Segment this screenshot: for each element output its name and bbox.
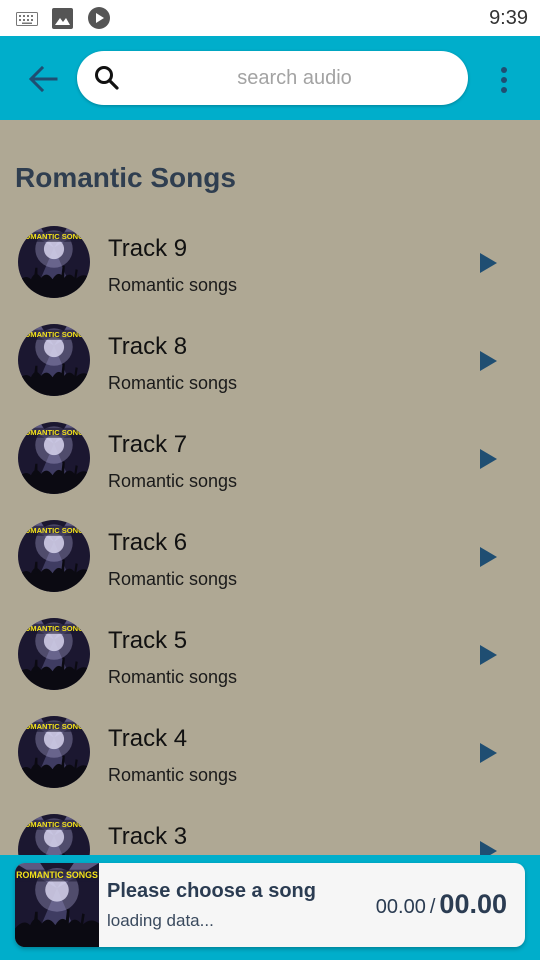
track-title: Track 5 bbox=[108, 627, 188, 654]
section-title: Romantic Songs bbox=[15, 162, 236, 193]
play-icon[interactable] bbox=[478, 545, 500, 569]
player-status: loading data... bbox=[107, 911, 214, 930]
cover-label: ROMANTIC SONGS bbox=[19, 330, 89, 339]
cover-label: ROMANTIC SONGS bbox=[19, 428, 89, 437]
duration: 00.00 bbox=[439, 889, 507, 919]
play-icon[interactable] bbox=[478, 251, 500, 275]
track-list: ROMANTIC SONGS Track 9 Romantic songs RO… bbox=[0, 213, 540, 899]
track-title: Track 7 bbox=[108, 431, 188, 458]
play-icon[interactable] bbox=[478, 447, 500, 471]
cover-label: ROMANTIC SONGS bbox=[19, 624, 89, 633]
track-item[interactable]: ROMANTIC SONGS Track 6 Romantic songs bbox=[0, 507, 540, 605]
more-vert-icon bbox=[501, 67, 507, 73]
track-title: Track 6 bbox=[108, 529, 188, 556]
search-icon[interactable] bbox=[93, 64, 121, 92]
track-item[interactable]: ROMANTIC SONGS Track 8 Romantic songs bbox=[0, 311, 540, 409]
track-subtitle: Romantic songs bbox=[108, 275, 238, 295]
mini-player[interactable]: ROMANTIC SONGS Please choose a song load… bbox=[15, 863, 525, 947]
track-item[interactable]: ROMANTIC SONGS Track 9 Romantic songs bbox=[0, 213, 540, 311]
image-icon bbox=[52, 8, 73, 29]
keyboard-icon bbox=[16, 12, 38, 26]
arrow-left-icon bbox=[28, 66, 58, 92]
more-menu-button[interactable] bbox=[492, 62, 516, 98]
track-title: Track 3 bbox=[108, 823, 188, 850]
status-bar: 9:39 bbox=[0, 0, 540, 36]
search-input[interactable] bbox=[137, 51, 452, 105]
track-title: Track 9 bbox=[108, 235, 188, 262]
player-title: Please choose a song bbox=[107, 880, 316, 902]
track-subtitle: Romantic songs bbox=[108, 667, 238, 687]
time-separator: / bbox=[429, 896, 436, 918]
track-title: Track 4 bbox=[108, 725, 188, 752]
cover-label: ROMANTIC SONGS bbox=[19, 820, 89, 829]
player-cover: ROMANTIC SONGS bbox=[15, 863, 99, 947]
current-time: 00.00 bbox=[375, 896, 426, 918]
cover-label: ROMANTIC SONGS bbox=[16, 870, 98, 880]
track-subtitle: Romantic songs bbox=[108, 765, 238, 785]
search-box[interactable] bbox=[77, 51, 468, 105]
track-item[interactable]: ROMANTIC SONGS Track 5 Romantic songs bbox=[0, 605, 540, 703]
play-icon[interactable] bbox=[478, 349, 500, 373]
album-cover: ROMANTIC SONGS bbox=[18, 422, 90, 494]
album-cover: ROMANTIC SONGS bbox=[18, 520, 90, 592]
play-icon[interactable] bbox=[478, 643, 500, 667]
track-title: Track 8 bbox=[108, 333, 188, 360]
album-cover: ROMANTIC SONGS bbox=[18, 618, 90, 690]
play-circle-icon bbox=[88, 7, 110, 29]
album-cover: ROMANTIC SONGS bbox=[18, 226, 90, 298]
track-item[interactable]: ROMANTIC SONGS Track 4 Romantic songs bbox=[0, 703, 540, 801]
status-time: 9:39 bbox=[489, 7, 528, 29]
cover-label: ROMANTIC SONGS bbox=[19, 722, 89, 731]
track-subtitle: Romantic songs bbox=[108, 471, 238, 491]
album-cover: ROMANTIC SONGS bbox=[18, 324, 90, 396]
track-item[interactable]: ROMANTIC SONGS Track 7 Romantic songs bbox=[0, 409, 540, 507]
back-button[interactable] bbox=[24, 60, 62, 98]
album-cover: ROMANTIC SONGS bbox=[18, 716, 90, 788]
cover-label: ROMANTIC SONGS bbox=[19, 526, 89, 535]
cover-label: ROMANTIC SONGS bbox=[19, 232, 89, 241]
track-subtitle: Romantic songs bbox=[108, 373, 238, 393]
play-icon[interactable] bbox=[478, 741, 500, 765]
toolbar bbox=[0, 36, 540, 120]
track-subtitle: Romantic songs bbox=[108, 569, 238, 589]
player-time: 00.00/00.00 bbox=[376, 889, 507, 920]
